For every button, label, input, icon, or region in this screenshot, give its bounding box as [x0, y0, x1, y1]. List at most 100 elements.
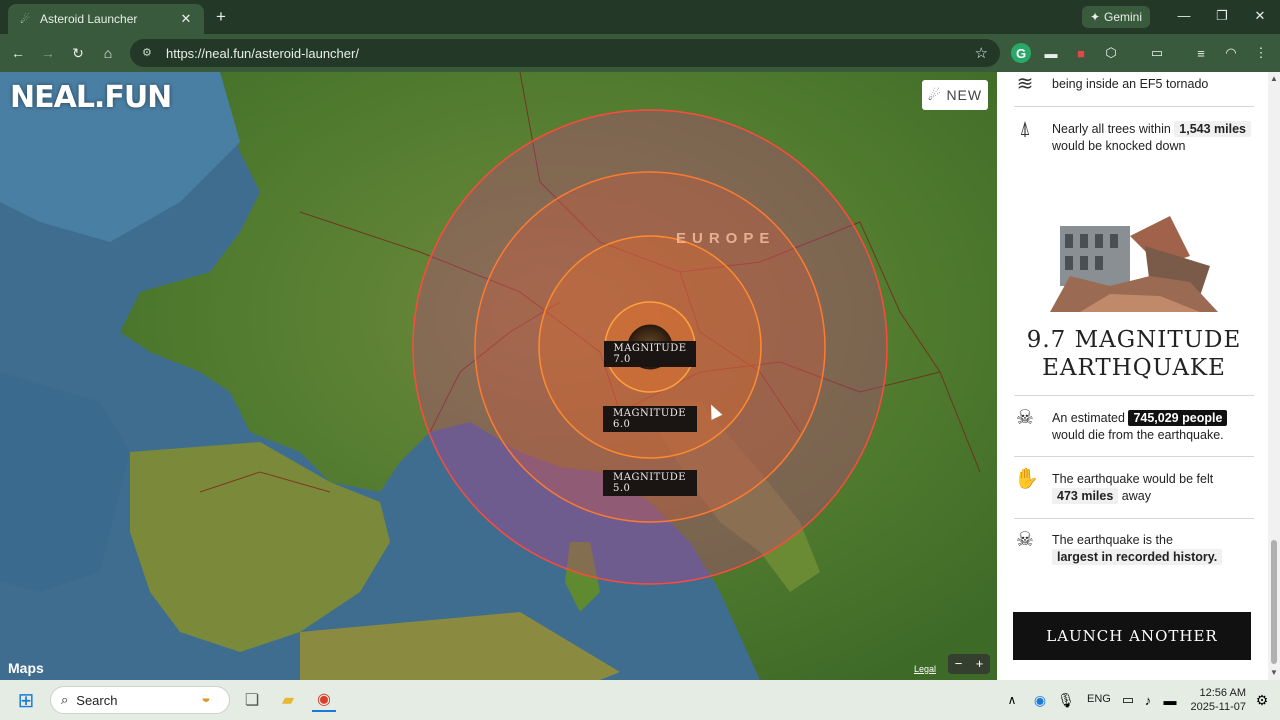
chrome-icon[interactable]: ◉	[312, 688, 336, 712]
fact-felt-text: The earthquake would be felt 473 miles aw…	[1052, 471, 1213, 505]
battery-icon[interactable]: ▬	[1158, 688, 1182, 712]
flag-extension-icon[interactable]: ▬	[1041, 43, 1061, 63]
bookmark-star-icon[interactable]: ☆	[975, 44, 988, 62]
comet-icon: ☄	[927, 86, 942, 103]
scroll-down-icon[interactable]: ▼	[1270, 668, 1278, 677]
address-bar[interactable]: ⚙ https://neal.fun/asteroid-launcher/ ☆	[130, 39, 1000, 67]
media-control-icon[interactable]: ≡	[1191, 43, 1211, 63]
fact-trees-text: Nearly all trees within 1,543 miles would…	[1052, 121, 1251, 155]
fact-trees-value: 1,543 miles	[1174, 121, 1251, 137]
skull-icon: ☠	[1016, 529, 1034, 551]
comet-icon: ☄	[20, 13, 30, 26]
language-indicator[interactable]: ENG	[1087, 693, 1111, 705]
ring-label-magnitude-6: MAGNITUDE 6.0	[603, 406, 697, 432]
show-hidden-icons-icon[interactable]: ∧	[1000, 688, 1024, 712]
windows-taskbar: ⊞ ⌕ Search ◒ ❏ ▰ ◉ ∧ ◉ 🎙 ENG ▭ ♪ ▬ 12:56…	[0, 680, 1280, 720]
fact-deaths: ☠ An estimated 745,029 people would die f…	[1014, 407, 1254, 444]
menu-dots-icon[interactable]: ⋮	[1251, 43, 1271, 63]
minimize-button[interactable]: —	[1172, 6, 1196, 26]
fact-deaths-after: would die from the earthquake.	[1052, 428, 1224, 442]
widgets-icon[interactable]: ◒	[194, 687, 218, 711]
fact-tornado: ≋ being inside an EF5 tornado	[1014, 73, 1254, 102]
search-icon: ⌕	[61, 692, 69, 707]
divider	[1014, 395, 1254, 396]
tab-title: Asteroid Launcher	[40, 12, 138, 26]
divider	[1014, 456, 1254, 457]
ring-label-magnitude-5: MAGNITUDE 5.0	[603, 470, 697, 496]
browser-tray-icon[interactable]: ◉	[1028, 688, 1052, 712]
fact-trees-before: Nearly all trees within	[1052, 122, 1171, 136]
collapsed-building-image	[1050, 216, 1218, 312]
tree-icon: ⍋	[1019, 118, 1031, 140]
close-window-button[interactable]: ✕	[1248, 6, 1272, 26]
new-label: NEW	[946, 87, 983, 103]
fact-record-text: The earthquake is the largest in recorded…	[1052, 532, 1223, 566]
microphone-icon[interactable]: 🎙	[1054, 688, 1078, 712]
browser-tabstrip: ☄ Asteroid Launcher ✕ + ✦ Gemini — ❐ ✕	[0, 0, 1280, 34]
browser-toolbar: ← → ↻ ⌂ ⚙ https://neal.fun/asteroid-laun…	[0, 34, 1280, 72]
fact-trees: ⍋ Nearly all trees within 1,543 miles wou…	[1014, 118, 1254, 155]
divider	[1014, 518, 1254, 519]
scroll-up-icon[interactable]: ▲	[1270, 74, 1278, 83]
tornado-icon: ≋	[1016, 73, 1034, 95]
clock-time: 12:56 AM	[1199, 687, 1246, 699]
zoom-out-button[interactable]: −	[948, 654, 969, 674]
fact-tornado-text: being inside an EF5 tornado	[1052, 77, 1209, 91]
close-tab-icon[interactable]: ✕	[178, 11, 194, 27]
neal-fun-logo[interactable]: NEAL.FUN	[10, 80, 172, 115]
region-label: EUROPE	[676, 230, 776, 247]
sparkle-icon: ✦	[1089, 10, 1101, 24]
apple-maps-attribution: Maps	[8, 660, 44, 676]
ring-label-magnitude-7: MAGNITUDE 7.0	[604, 341, 696, 367]
cast-icon[interactable]: ▭	[1147, 43, 1167, 63]
volume-icon[interactable]: ♪	[1136, 688, 1160, 712]
forward-button[interactable]: →	[38, 43, 58, 63]
windows-start-icon[interactable]: ⊞	[14, 688, 38, 712]
earthquake-heading-line2: EARTHQUAKE	[1042, 355, 1226, 381]
grammarly-icon[interactable]: G	[1011, 43, 1031, 63]
new-tab-button[interactable]: +	[212, 8, 230, 26]
earthquake-heading: 9.7 MAGNITUDE EARTHQUAKE	[1014, 326, 1254, 382]
home-icon[interactable]: ⌂	[98, 43, 118, 63]
fact-record: ☠ The earthquake is the largest in record…	[1014, 529, 1254, 566]
map-canvas	[0, 72, 997, 680]
puzzle-extensions-icon[interactable]: ⬡	[1101, 43, 1121, 63]
maps-label: Maps	[8, 660, 44, 676]
legal-link[interactable]: Legal	[914, 664, 936, 674]
profile-icon[interactable]: ◠	[1221, 43, 1241, 63]
fact-felt-before: The earthquake would be felt	[1052, 472, 1214, 486]
notification-icon[interactable]: ⚙	[1250, 688, 1274, 712]
gemini-button[interactable]: ✦ Gemini	[1082, 6, 1150, 28]
fact-felt: ✋ The earthquake would be felt 473 miles …	[1014, 468, 1254, 505]
tab-asteroid-launcher[interactable]: ☄ Asteroid Launcher ✕	[8, 4, 204, 34]
file-explorer-icon[interactable]: ▰	[276, 688, 300, 712]
task-view-icon[interactable]: ❏	[240, 688, 264, 712]
fact-deaths-value: 745,029 people	[1128, 410, 1228, 426]
clock-date: 2025-11-07	[1190, 701, 1246, 713]
site-info-icon[interactable]: ⚙	[142, 46, 156, 60]
new-button[interactable]: ☄ NEW	[922, 80, 988, 110]
fact-felt-after: away	[1121, 489, 1151, 503]
hand-icon: ✋	[1014, 468, 1039, 490]
fact-trees-after: would be knocked down	[1052, 139, 1186, 153]
system-clock[interactable]: 12:56 AM 2025-11-07	[1188, 686, 1246, 714]
zoom-in-button[interactable]: +	[969, 654, 990, 674]
scrollbar-thumb[interactable]	[1271, 540, 1277, 664]
fact-deaths-text: An estimated 745,029 people would die fro…	[1052, 410, 1228, 444]
back-button[interactable]: ←	[8, 43, 28, 63]
divider	[1014, 106, 1254, 107]
fact-record-before: The earthquake is the	[1052, 533, 1173, 547]
red-extension-icon[interactable]: ■	[1071, 43, 1091, 63]
skull-icon: ☠	[1016, 407, 1034, 429]
map-view[interactable]: EUROPE MAGNITUDE 7.0 MAGNITUDE 6.0 MAGNI…	[0, 72, 997, 680]
reload-button[interactable]: ↻	[68, 43, 88, 63]
earthquake-heading-line1: 9.7 MAGNITUDE	[1026, 327, 1242, 353]
fact-felt-value: 473 miles	[1052, 488, 1119, 504]
fact-record-value: largest in recorded history.	[1052, 549, 1223, 565]
gemini-label: Gemini	[1104, 10, 1143, 24]
fact-deaths-before: An estimated	[1052, 411, 1125, 425]
restore-button[interactable]: ❐	[1210, 6, 1234, 26]
panel-scrollbar[interactable]: ▲ ▼	[1268, 72, 1280, 680]
url-text: https://neal.fun/asteroid-launcher/	[166, 45, 359, 61]
launch-another-button[interactable]: LAUNCH ANOTHER	[1013, 612, 1251, 660]
